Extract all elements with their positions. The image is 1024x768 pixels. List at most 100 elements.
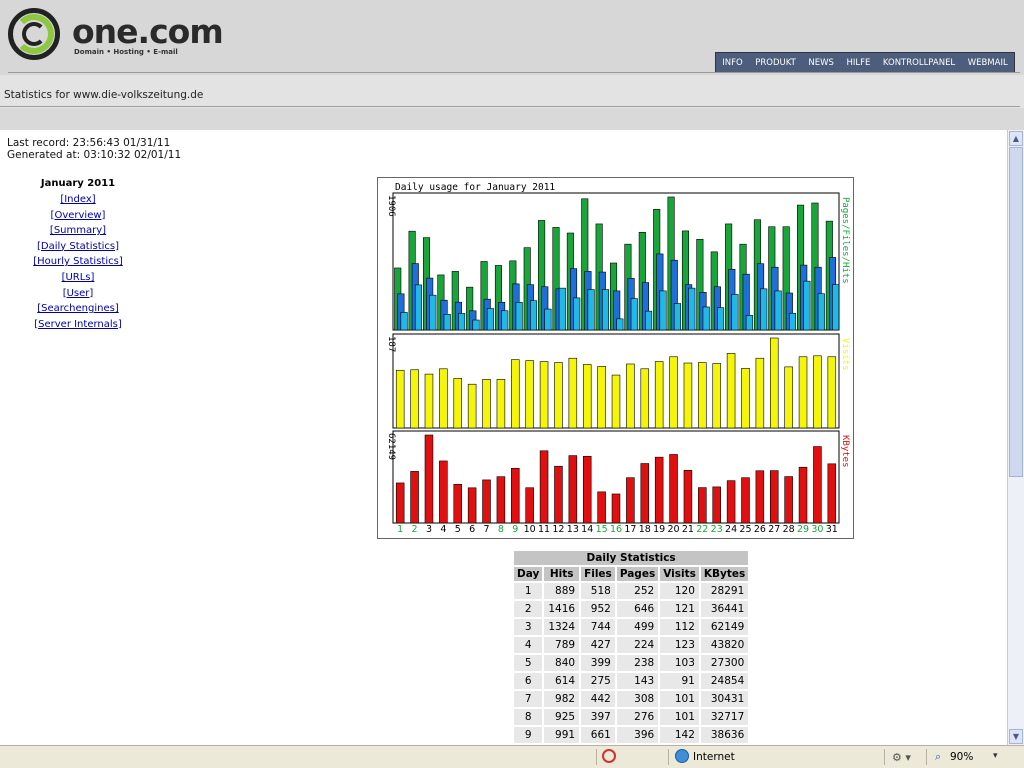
chart-bar-pages-day-26 [760, 288, 768, 331]
onecom-logo[interactable]: one.com Domain • Hosting • E-mail [8, 8, 224, 68]
table-cell: 399 [581, 655, 615, 671]
stats-title-bar: Statistics for www.die-volkszeitung.de [0, 75, 1024, 108]
brand-tagline: Domain • Hosting • E-mail [74, 48, 178, 56]
table-cell: 9 [514, 727, 543, 743]
chart-day-label: 28 [783, 524, 795, 535]
chart-bar-pages-day-28 [788, 312, 797, 331]
stats-title: Statistics for www.die-volkszeitung.de [4, 89, 204, 101]
sidebar-link-server-internals[interactable]: [Server Internals] [28, 317, 128, 333]
chart-bar-visits-day-21 [683, 362, 693, 429]
chart-bar-pages-day-8 [501, 310, 509, 331]
table-cell: 646 [616, 601, 659, 617]
chart-axis-max-label: 62149 [386, 433, 396, 460]
nav-webmail[interactable]: WEBMAIL [966, 58, 1010, 68]
table-cell: 103 [660, 655, 699, 671]
table-cell: 142 [660, 727, 699, 743]
table-caption: Daily Statistics [514, 551, 749, 565]
sidebar-link-user[interactable]: [User] [28, 286, 128, 302]
table-cell: 252 [616, 583, 659, 599]
nav-info[interactable]: INFO [720, 58, 744, 68]
chart-bar-pages-day-17 [630, 298, 638, 331]
chart-bar-kbytes-day-8 [496, 476, 506, 524]
table-cell: 62149 [700, 619, 749, 635]
chart-bar-kbytes-day-10 [525, 487, 534, 524]
sidebar-link-index[interactable]: [Index] [28, 192, 128, 208]
nav-kontrollpanel[interactable]: KONTROLLPANEL [881, 58, 957, 68]
chart-bar-pages-day-11 [544, 308, 552, 331]
zoom-icon[interactable]: ⌕ [935, 750, 941, 764]
sidebar-link-daily-statistics[interactable]: [Daily Statistics] [28, 239, 128, 255]
table-cell: 120 [660, 583, 699, 599]
chart-day-label: 26 [754, 524, 766, 535]
chart-bar-visits-day-10 [525, 360, 534, 429]
table-cell: 1 [514, 583, 543, 599]
chart-axis-max-label: 1906 [386, 195, 396, 217]
table-cell: 276 [616, 709, 659, 725]
chart-day-label: 9 [512, 524, 518, 535]
chart-bar-pages-day-24 [731, 294, 739, 331]
sidebar-link-searchengines[interactable]: [Searchengines] [28, 301, 128, 317]
chart-bar-kbytes-day-9 [511, 467, 520, 524]
zoom-level[interactable]: 90% [950, 751, 973, 763]
chart-day-label: 2 [412, 524, 418, 535]
scrollbar-thumb[interactable] [1009, 147, 1023, 477]
chart-day-label: 22 [696, 524, 708, 535]
chart-day-label: 13 [567, 524, 579, 535]
table-cell: 30431 [700, 691, 749, 707]
chart-day-label: 4 [440, 524, 446, 535]
chart-panel-label: Pages/Files/Hits [840, 197, 850, 284]
chart-bar-visits-day-23 [712, 363, 721, 429]
table-cell: 275 [581, 673, 615, 689]
chart-day-label: 1 [397, 524, 403, 535]
chart-bar-visits-day-18 [640, 368, 650, 429]
chart-bar-kbytes-day-5 [453, 484, 463, 524]
table-cell: 7 [514, 691, 543, 707]
chart-bar-pages-day-2 [414, 284, 422, 331]
table-cell: 101 [660, 691, 699, 707]
sidebar-link-urls[interactable]: [URLs] [28, 270, 128, 286]
chart-bar-kbytes-day-15 [597, 491, 606, 524]
sidebar-link-summary[interactable]: [Summary] [28, 223, 128, 239]
chart-bar-kbytes-day-20 [669, 454, 678, 524]
status-divider [884, 749, 885, 765]
chart-day-label: 20 [668, 524, 680, 535]
chart-day-label: 8 [498, 524, 504, 535]
chart-day-label: 18 [639, 524, 651, 535]
sidebar-link-hourly-statistics[interactable]: [Hourly Statistics] [28, 254, 128, 270]
vertical-scrollbar[interactable]: ▲ ▼ [1007, 130, 1024, 745]
chart-bar-kbytes-day-13 [568, 455, 578, 524]
last-record: Last record: 23:56:43 01/31/11 [7, 137, 171, 149]
zoom-dropdown-icon[interactable]: ▾ [993, 751, 998, 761]
protected-mode-icon[interactable]: ⚙ ▾ [892, 751, 911, 764]
chart-bar-kbytes-day-25 [741, 477, 750, 524]
nav-news[interactable]: NEWS [806, 58, 836, 68]
logo-inner-ring-icon [22, 22, 46, 46]
sidebar-link-overview[interactable]: [Overview] [28, 208, 128, 224]
chart-day-label: 31 [826, 524, 838, 535]
nav-hilfe[interactable]: HILFE [844, 58, 872, 68]
table-header-day: Day [514, 567, 543, 581]
nav-produkt[interactable]: PRODUKT [753, 58, 798, 68]
chart-bar-visits-day-20 [669, 356, 678, 429]
scroll-down-icon[interactable]: ▼ [1009, 729, 1023, 744]
sidebar-title: January 2011 [40, 178, 116, 189]
chart-bar-kbytes-day-14 [582, 456, 592, 524]
chart-bar-visits-day-26 [755, 357, 765, 429]
chart-bar-visits-day-15 [597, 366, 606, 429]
table-cell: 143 [616, 673, 659, 689]
table-cell: 24854 [700, 673, 749, 689]
chart-bar-visits-day-9 [511, 359, 520, 429]
table-cell: 889 [544, 583, 580, 599]
popup-blocked-icon[interactable] [602, 749, 616, 763]
chart-day-label: 24 [725, 524, 737, 535]
browser-status-bar: Internet ⚙ ▾ ⌕ 90% ▾ [0, 745, 1024, 768]
chart-day-label: 17 [624, 524, 636, 535]
chart-bar-pages-day-31 [832, 284, 840, 331]
internet-zone-globe-icon [675, 749, 689, 763]
scroll-up-icon[interactable]: ▲ [1009, 131, 1023, 146]
table-cell: 1416 [544, 601, 580, 617]
table-cell: 101 [660, 709, 699, 725]
chart-bar-kbytes-day-18 [640, 463, 650, 524]
chart-bar-pages-day-9 [515, 302, 523, 331]
chart-title: Daily usage for January 2011 [395, 182, 555, 193]
